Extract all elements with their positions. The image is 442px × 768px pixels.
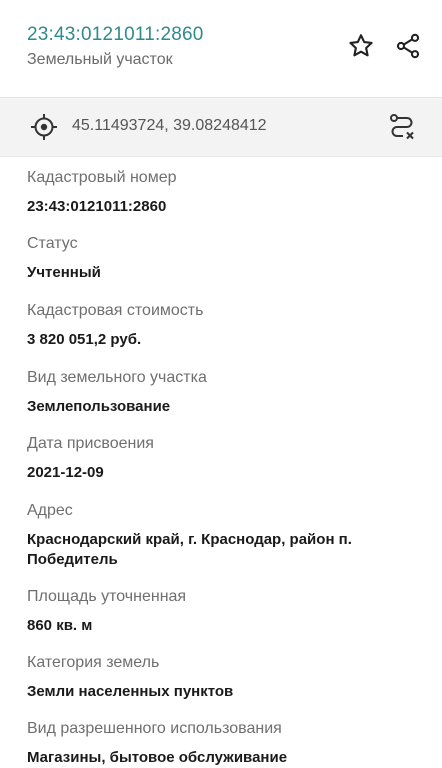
header: 23:43:0121011:2860 Земельный участок (0, 0, 442, 96)
field-assign-date: Дата присвоения 2021-12-09 (27, 434, 417, 483)
field-value: Землепользование (27, 398, 171, 415)
field-value: 2021-12-09 (27, 464, 104, 481)
page-title: 23:43:0121011:2860 (27, 24, 204, 45)
favorite-button[interactable] (345, 30, 377, 62)
field-permitted-use: Вид разрешенного использования Магазины,… (27, 719, 417, 768)
field-label: Площадь уточненная (27, 588, 187, 605)
coordinates-bar[interactable]: 45.11493724, 39.08248412 (0, 97, 442, 157)
field-label: Вид земельного участка (27, 369, 207, 386)
field-land-type: Вид земельного участка Землепользование (27, 368, 417, 417)
field-label: Вид разрешенного использования (27, 720, 282, 737)
target-icon (31, 114, 57, 140)
field-address: Адрес Краснодарский край, г. Краснодар, … (27, 501, 417, 570)
field-value: Краснодарский край, г. Краснодар, район … (27, 531, 352, 568)
field-value: Учтенный (27, 264, 101, 281)
field-value: 3 820 051,2 руб. (27, 331, 142, 348)
field-label: Дата присвоения (27, 435, 154, 452)
field-label: Статус (27, 235, 78, 252)
field-value: 23:43:0121011:2860 (27, 198, 167, 215)
field-label: Кадастровый номер (27, 169, 177, 186)
field-value: Земли населенных пунктов (27, 683, 234, 700)
page-subtitle: Земельный участок (27, 51, 173, 68)
share-button[interactable] (392, 30, 424, 62)
coordinates-text: 45.11493724, 39.08248412 (72, 117, 267, 134)
field-cadastral-value: Кадастровая стоимость 3 820 051,2 руб. (27, 301, 417, 350)
share-icon (396, 33, 420, 59)
field-label: Кадастровая стоимость (27, 302, 204, 319)
field-cadastral-number: Кадастровый номер 23:43:0121011:2860 (27, 168, 417, 217)
field-label: Адрес (27, 502, 73, 519)
field-area: Площадь уточненная 860 кв. м (27, 587, 417, 636)
field-label: Категория земель (27, 654, 160, 671)
field-land-category: Категория земель Земли населенных пункто… (27, 653, 417, 702)
field-status: Статус Учтенный (27, 234, 417, 283)
star-icon (349, 34, 373, 57)
field-value: Магазины, бытовое обслуживание (27, 749, 288, 766)
field-value: 860 кв. м (27, 617, 93, 634)
route-icon[interactable] (386, 111, 418, 143)
